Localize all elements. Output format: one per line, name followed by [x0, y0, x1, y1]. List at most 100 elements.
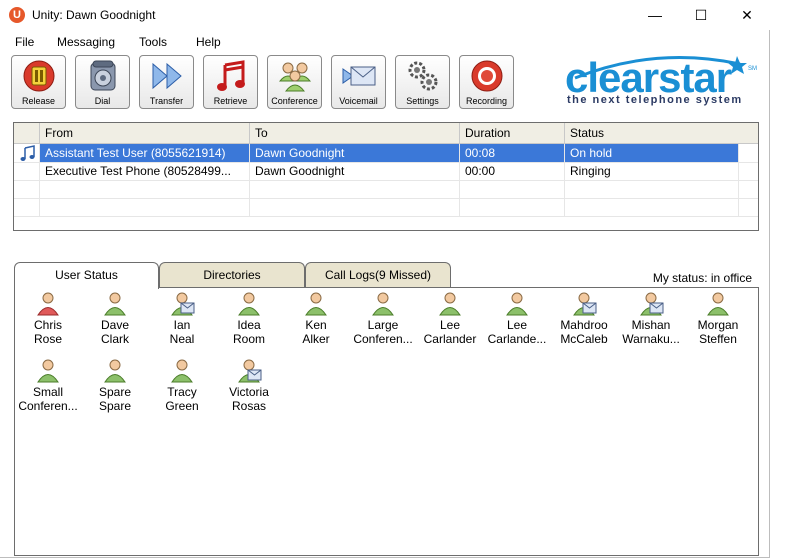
- settings-label: Settings: [406, 96, 439, 106]
- user-tile[interactable]: Chris Rose: [15, 291, 81, 346]
- user-name-line1: Mahdroo: [560, 318, 608, 332]
- conference-button[interactable]: Conference: [267, 55, 322, 109]
- user-name-line2: Carlande...: [487, 332, 547, 346]
- user-name-line2: Carlander: [423, 332, 477, 346]
- user-tile[interactable]: Lee Carlande...: [484, 291, 550, 346]
- user-available-icon: [707, 292, 729, 316]
- user-name-line2: Clark: [100, 332, 129, 346]
- user-name-line1: Lee: [439, 318, 461, 332]
- release-label: Release: [21, 96, 56, 106]
- menu-file[interactable]: File: [15, 35, 34, 49]
- user-tile[interactable]: Dave Clark: [82, 291, 148, 346]
- user-available-icon: [104, 359, 126, 383]
- user-tile[interactable]: Small Conferen...: [15, 358, 81, 413]
- maximize-button[interactable]: ☐: [678, 0, 724, 30]
- call-duration: 00:08: [460, 144, 565, 162]
- dial-button[interactable]: Dial: [75, 55, 130, 109]
- user-available-icon: [439, 292, 461, 316]
- user-available-icon: [37, 359, 59, 383]
- call-status: Ringing: [565, 162, 739, 180]
- music-note-icon: [20, 145, 35, 161]
- column-from[interactable]: From: [40, 123, 250, 143]
- user-tile[interactable]: Spare Spare: [82, 358, 148, 413]
- menu-tools[interactable]: Tools: [139, 35, 167, 49]
- dial-label: Dial: [94, 96, 111, 106]
- header-icon-column: [14, 123, 40, 143]
- window-title: Unity: Dawn Goodnight: [32, 8, 156, 22]
- voicemail-icon: [342, 66, 376, 86]
- my-status-label[interactable]: My status: in office: [653, 271, 752, 285]
- close-button[interactable]: ✕: [724, 0, 770, 30]
- recording-button[interactable]: Recording: [459, 55, 514, 109]
- user-available-icon: [238, 292, 260, 316]
- user-name-line1: Morgan: [697, 318, 739, 332]
- call-row[interactable]: Assistant Test User (8055621914) Dawn Go…: [14, 144, 758, 163]
- active-calls-table: From To Duration Status Assistant Test U…: [13, 122, 759, 231]
- minimize-button[interactable]: —: [632, 0, 678, 30]
- voicemail-button[interactable]: Voicemail: [331, 55, 386, 109]
- column-duration[interactable]: Duration: [460, 123, 565, 143]
- transfer-label: Transfer: [149, 96, 184, 106]
- user-name-line1: Dave: [100, 318, 129, 332]
- call-status: On hold: [565, 144, 739, 162]
- settings-button[interactable]: Settings: [395, 55, 450, 109]
- gear-icon: [408, 61, 438, 91]
- tab-user-status[interactable]: User Status: [14, 262, 159, 289]
- menu-messaging[interactable]: Messaging: [57, 35, 115, 49]
- release-button[interactable]: Release: [11, 55, 66, 109]
- user-name-line2: Warnaku...: [622, 332, 680, 346]
- user-name-line2: Steffen: [699, 332, 737, 346]
- user-tile[interactable]: Morgan Steffen: [685, 291, 751, 346]
- user-available-icon: [372, 292, 394, 316]
- user-tile[interactable]: Idea Room: [216, 291, 282, 346]
- user-available-icon: [506, 292, 528, 316]
- title-bar[interactable]: U Unity: Dawn Goodnight — ☐ ✕: [0, 0, 770, 30]
- user-name-line1: Victoria: [229, 385, 269, 399]
- user-tile[interactable]: Tracy Green: [149, 358, 215, 413]
- empty-row: [14, 198, 758, 217]
- column-to[interactable]: To: [250, 123, 460, 143]
- call-to: Dawn Goodnight: [250, 162, 460, 180]
- user-name-line1: Ken: [305, 318, 327, 332]
- user-name-line1: Spare: [98, 385, 132, 399]
- user-tile[interactable]: Large Conferen...: [350, 291, 416, 346]
- retrieve-button[interactable]: Retrieve: [203, 55, 258, 109]
- user-name-line2: Conferen...: [353, 332, 413, 346]
- user-tile[interactable]: Victoria Rosas: [216, 358, 282, 413]
- user-tile[interactable]: Mishan Warnaku...: [618, 291, 684, 346]
- conference-label: Conference: [271, 96, 318, 106]
- user-name-line2: Rosas: [231, 399, 266, 413]
- user-name-line2: Rose: [33, 332, 62, 346]
- user-available-icon: [104, 292, 126, 316]
- user-tile[interactable]: Mahdroo McCaleb: [551, 291, 617, 346]
- conference-icon: [278, 62, 312, 92]
- user-name-line2: McCaleb: [560, 332, 608, 346]
- user-name-line1: Large: [367, 318, 399, 332]
- transfer-icon: [152, 62, 182, 90]
- retrieve-label: Retrieve: [213, 96, 248, 106]
- user-available-icon: [171, 359, 193, 383]
- logo-tagline: the next telephone system: [567, 94, 743, 106]
- user-name-line2: Alker: [302, 332, 330, 346]
- menu-help[interactable]: Help: [196, 35, 221, 49]
- app-icon: U: [9, 7, 25, 23]
- phone-icon: [90, 60, 116, 91]
- call-duration: 00:00: [460, 162, 565, 180]
- tab-directories[interactable]: Directories: [159, 262, 305, 288]
- transfer-button[interactable]: Transfer: [139, 55, 194, 109]
- user-name-line1: Idea: [237, 318, 261, 332]
- call-from: Assistant Test User (8055621914): [40, 144, 250, 162]
- tab-call-logs[interactable]: Call Logs(9 Missed): [305, 262, 451, 288]
- user-voicemail-icon: [640, 292, 664, 316]
- user-tile[interactable]: Ian Neal: [149, 291, 215, 346]
- voicemail-label: Voicemail: [339, 96, 378, 106]
- user-name-line1: Tracy: [167, 385, 197, 399]
- recording-label: Recording: [465, 96, 508, 106]
- user-available-icon: [305, 292, 327, 316]
- call-row[interactable]: Executive Test Phone (80528499... Dawn G…: [14, 162, 758, 181]
- user-tile[interactable]: Ken Alker: [283, 291, 349, 346]
- column-status[interactable]: Status: [565, 123, 758, 143]
- user-name-line1: Ian: [173, 318, 191, 332]
- user-tile[interactable]: Lee Carlander: [417, 291, 483, 346]
- release-icon: [23, 60, 55, 92]
